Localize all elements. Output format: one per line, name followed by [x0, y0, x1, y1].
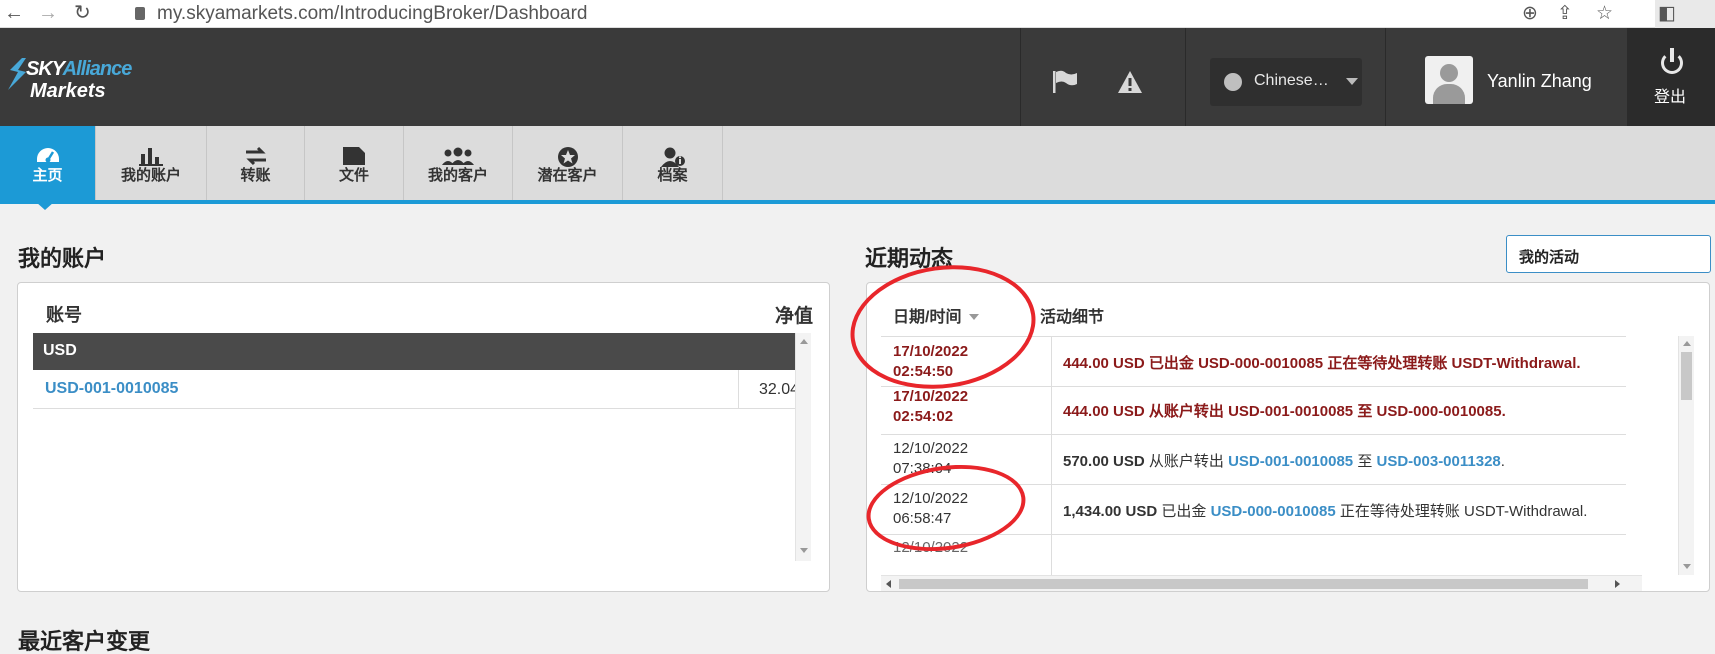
recent-clients-title: 最近客户变更 — [18, 629, 151, 654]
account-equity: 32.04 — [758, 381, 799, 398]
logout-label: 登出 — [1654, 89, 1687, 106]
activity-row: 12/10/2022 — [881, 534, 1626, 575]
account-link[interactable]: USD-000-0010085 — [1211, 503, 1336, 520]
logo[interactable]: SKYAlliance Markets — [4, 50, 154, 110]
tab-profile-label: 档案 — [657, 167, 688, 184]
chevron-down-icon — [1346, 78, 1358, 85]
back-icon[interactable]: ← — [4, 2, 24, 24]
address-bar[interactable]: my.skyamarkets.com/IntroducingBroker/Das… — [135, 3, 587, 25]
activity-detail: 444.00 USD 已出金 USD-000-0010085 正在等待处理转账 … — [1063, 355, 1581, 372]
account-link[interactable]: USD-003-0011328 — [1377, 453, 1501, 470]
logo-text-markets: Markets — [30, 80, 106, 102]
column-header-detail: 活动细节 — [1040, 309, 1105, 326]
column-header-equity[interactable]: 净值 — [775, 301, 813, 328]
activity-detail: 444.00 USD 从账户转出 USD-001-0010085 至 USD-0… — [1063, 403, 1506, 420]
scroll-down-icon[interactable] — [1683, 564, 1691, 569]
clients-icon — [442, 147, 474, 165]
tab-home[interactable]: 主页 — [0, 126, 96, 210]
logo-text: SKYAlliance — [26, 58, 132, 80]
tab-files[interactable]: 文件 — [305, 126, 404, 200]
globe-icon — [1224, 73, 1242, 91]
accounts-title: 我的账户 — [18, 246, 107, 271]
activity-row: 17/10/2022 02:54:02 444.00 USD 从账户转出 USD-… — [881, 386, 1626, 435]
currency-group-label: USD — [43, 342, 77, 359]
scroll-right-icon[interactable] — [1615, 580, 1620, 588]
forward-icon[interactable]: → — [38, 2, 58, 24]
column-header-account[interactable]: 账号 — [46, 301, 82, 327]
tab-transfer-label: 转账 — [240, 167, 271, 184]
scroll-down-icon[interactable] — [800, 548, 808, 553]
tab-my-clients[interactable]: 我的客户 — [404, 126, 513, 200]
transfer-icon — [245, 146, 266, 166]
scroll-thumb[interactable] — [899, 579, 1588, 589]
language-value: Chinese… — [1254, 72, 1329, 89]
flag-icon[interactable] — [1052, 70, 1078, 94]
account-link[interactable]: USD-001-0010085 — [1228, 453, 1353, 470]
user-name[interactable]: Yanlin Zhang — [1487, 71, 1592, 92]
scroll-thumb[interactable] — [1681, 352, 1692, 400]
scroll-up-icon[interactable] — [1683, 341, 1691, 346]
tab-my-clients-label: 我的客户 — [427, 167, 488, 184]
tab-files-label: 文件 — [338, 167, 369, 184]
bookmark-star-icon[interactable]: ☆ — [1596, 2, 1613, 25]
activity-filter-select[interactable]: 我的活动 — [1506, 235, 1711, 273]
accounts-scrollbar[interactable] — [795, 333, 811, 561]
tab-my-accounts[interactable]: 我的账户 — [96, 126, 207, 200]
tab-my-accounts-label: 我的账户 — [120, 167, 181, 184]
url-text: my.skyamarkets.com/IntroducingBroker/Das… — [157, 3, 588, 24]
table-row[interactable]: USD-001-0010085 32.04 — [33, 370, 811, 409]
share-icon[interactable]: ⇪ — [1557, 2, 1573, 25]
activity-horizontal-scrollbar[interactable] — [881, 575, 1642, 591]
bar-chart-icon — [139, 148, 163, 166]
activity-detail: 1,434.00 USD 已出金 USD-000-0010085 正在等待处理转… — [1063, 503, 1588, 520]
tab-prospects-label: 潜在客户 — [537, 167, 598, 184]
tab-home-label: 主页 — [32, 167, 63, 184]
browser-toolbar: ← → ↻ my.skyamarkets.com/IntroducingBrok… — [0, 0, 1715, 28]
avatar[interactable] — [1425, 56, 1473, 104]
folder-icon — [343, 147, 365, 165]
activity-datetime: 17/10/2022 02:54:02 — [893, 388, 969, 425]
logout-button[interactable]: 登出 — [1627, 28, 1715, 126]
scroll-left-icon[interactable] — [886, 580, 891, 588]
tab-profile[interactable]: 档案 — [623, 126, 723, 200]
tab-prospects[interactable]: 潜在客户 — [513, 126, 623, 200]
chevron-down-icon — [1519, 251, 1529, 257]
accounts-panel: 账号 净值 USD USD-001-0010085 32.04 — [17, 282, 830, 592]
reload-icon[interactable]: ↻ — [74, 2, 91, 24]
side-panel-icon[interactable]: ◧ — [1658, 2, 1676, 25]
main-nav: 主页 我的账户 转账 文件 我的客户 潜在客户 档案 — [0, 126, 1715, 210]
lock-icon — [135, 7, 145, 20]
browser-side-area: ◧ — [1655, 0, 1715, 28]
warning-icon[interactable] — [1117, 70, 1143, 94]
scroll-up-icon[interactable] — [800, 339, 808, 344]
activity-scrollbar[interactable] — [1678, 336, 1694, 575]
language-select[interactable]: Chinese… — [1210, 58, 1362, 106]
zoom-icon[interactable]: ⊕ — [1522, 2, 1538, 25]
account-link[interactable]: USD-001-0010085 — [45, 380, 178, 398]
currency-group-row: USD — [33, 333, 811, 370]
tab-transfer[interactable]: 转账 — [207, 126, 305, 200]
activity-detail: 570.00 USD 从账户转出 USD-001-0010085 至 USD-0… — [1063, 453, 1505, 470]
